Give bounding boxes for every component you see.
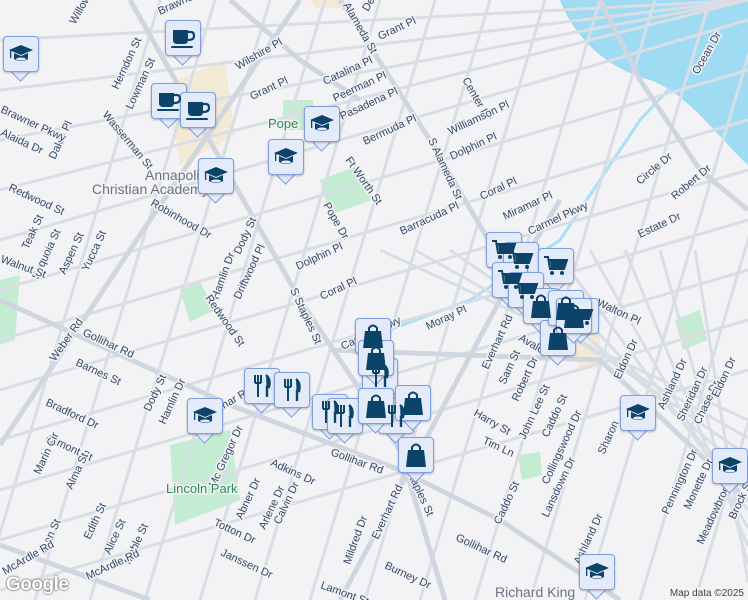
park-label: Pope: [268, 116, 298, 131]
marker-box: [165, 20, 201, 56]
marker-box: [268, 139, 304, 175]
map-attribution[interactable]: Map data ©2025: [665, 587, 748, 600]
coffee-cup-icon: [171, 30, 196, 48]
shopping-bag-icon: [564, 304, 584, 328]
marker-box: [620, 395, 656, 431]
fork-knife-icon: [254, 374, 271, 397]
street-label: Mildred Dr: [342, 514, 371, 566]
school-marker[interactable]: [3, 36, 39, 82]
marker-box: [398, 437, 434, 473]
street-label: Harry St: [472, 407, 513, 438]
restaurant-marker[interactable]: [274, 372, 310, 418]
street-label: Edith St: [82, 501, 109, 541]
street-label: Sharon: [596, 419, 622, 456]
street-label: Gollihar Rd: [454, 532, 509, 566]
park-label: Lincoln Park: [166, 481, 238, 496]
park-area: [518, 452, 542, 480]
shopping-bag-icon: [531, 294, 551, 318]
marker-box: [304, 106, 340, 142]
school-marker[interactable]: [187, 398, 223, 444]
street-label: Lamont St: [319, 580, 370, 600]
shopping-cart-icon: [544, 256, 569, 275]
graduation-cap-icon: [204, 167, 228, 183]
coffee-cup-icon: [186, 102, 211, 120]
street-labels: Willow StBrawner PkwyHerndon StLowman St…: [0, 0, 748, 600]
fork-knife-icon: [337, 404, 354, 427]
coffee-marker[interactable]: [165, 20, 201, 66]
coffee-marker[interactable]: [180, 92, 216, 138]
school-marker[interactable]: [579, 554, 615, 600]
roads: [0, 0, 748, 600]
marker-box: [180, 92, 216, 128]
poi-label: Richard King: [495, 584, 575, 600]
street-label: Alice St: [102, 517, 129, 556]
shopping-cart-icon: [509, 250, 534, 269]
street-label: Delaine: [360, 0, 389, 14]
coffee-cup-icon: [157, 93, 182, 111]
street-label: Redwood St: [7, 182, 66, 218]
street-label: Everhart Rd: [370, 483, 406, 541]
street-label: Coral Pl: [318, 275, 359, 302]
school-marker[interactable]: [198, 158, 234, 204]
marker-box: [712, 448, 748, 484]
map-canvas[interactable]: Willow StBrawner PkwyHerndon StLowman St…: [0, 0, 748, 600]
street-label: Burney Dr: [383, 560, 433, 592]
marker-box: [579, 554, 615, 590]
marker-box: [274, 372, 310, 408]
marker-box: [3, 36, 39, 72]
shopping-bag-icon: [403, 391, 423, 415]
shopping-bag-icon: [366, 394, 386, 418]
google-logo: Google: [6, 574, 69, 595]
graduation-cap-icon: [9, 45, 33, 61]
graduation-cap-icon: [193, 407, 217, 423]
shopping-bag-marker[interactable]: [398, 437, 434, 483]
graduation-cap-icon: [274, 148, 298, 164]
street-label: Estate Dr: [636, 210, 683, 240]
shopping-bag-icon: [406, 443, 426, 467]
marker-box: [198, 158, 234, 194]
marker-box: [395, 385, 431, 421]
graduation-cap-icon: [310, 115, 334, 131]
school-marker[interactable]: [268, 139, 304, 185]
graduation-cap-icon: [718, 457, 742, 473]
street-label: Coral Pl: [478, 175, 519, 202]
street-label: Grant Pl: [248, 75, 290, 103]
poi-label: Christian Academy: [92, 181, 209, 197]
marker-box: [187, 398, 223, 434]
school-marker[interactable]: [304, 106, 340, 152]
fork-knife-icon: [284, 378, 301, 401]
street-label: Caddo St: [492, 480, 522, 527]
street-label: Marin Cir: [32, 430, 62, 476]
school-marker[interactable]: [620, 395, 656, 441]
street-label: Willow St: [67, 0, 100, 27]
graduation-cap-icon: [585, 563, 609, 579]
graduation-cap-icon: [626, 404, 650, 420]
shopping-bag-icon: [366, 346, 386, 370]
school-marker[interactable]: [712, 448, 748, 494]
